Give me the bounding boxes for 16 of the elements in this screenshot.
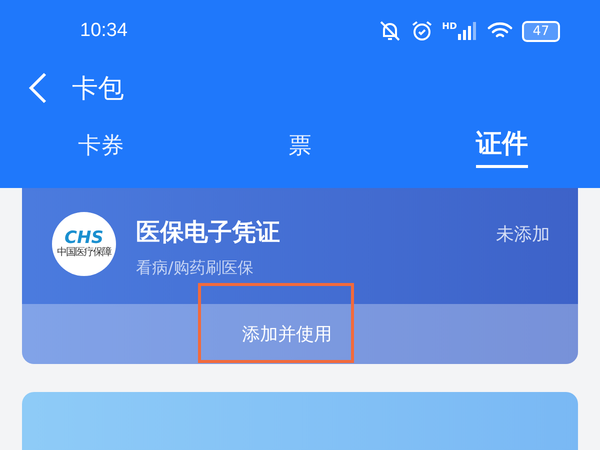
alarm-clock-icon bbox=[410, 20, 433, 42]
status-time: 10:34 bbox=[80, 20, 128, 42]
card-title: 医保电子凭证 bbox=[136, 217, 281, 248]
muted-bell-icon bbox=[378, 20, 402, 42]
logo-text: CHS bbox=[64, 230, 104, 246]
tab[interactable]: 卡券 bbox=[78, 122, 124, 168]
battery-indicator: 47 bbox=[522, 20, 560, 42]
tab[interactable]: 证件 bbox=[476, 122, 528, 168]
signal-bars-icon bbox=[458, 22, 478, 40]
card-status: 未添加 bbox=[496, 223, 550, 246]
page-title: 卡包 bbox=[72, 72, 124, 106]
logo-caption: 中国医疗保障 bbox=[57, 246, 111, 258]
add-and-use-button[interactable]: 添加并使用 bbox=[198, 283, 354, 363]
hd-label: HD bbox=[442, 22, 457, 32]
tab[interactable]: 票 bbox=[288, 122, 312, 168]
card-subtitle: 看病/购药刷医保 bbox=[136, 258, 254, 279]
